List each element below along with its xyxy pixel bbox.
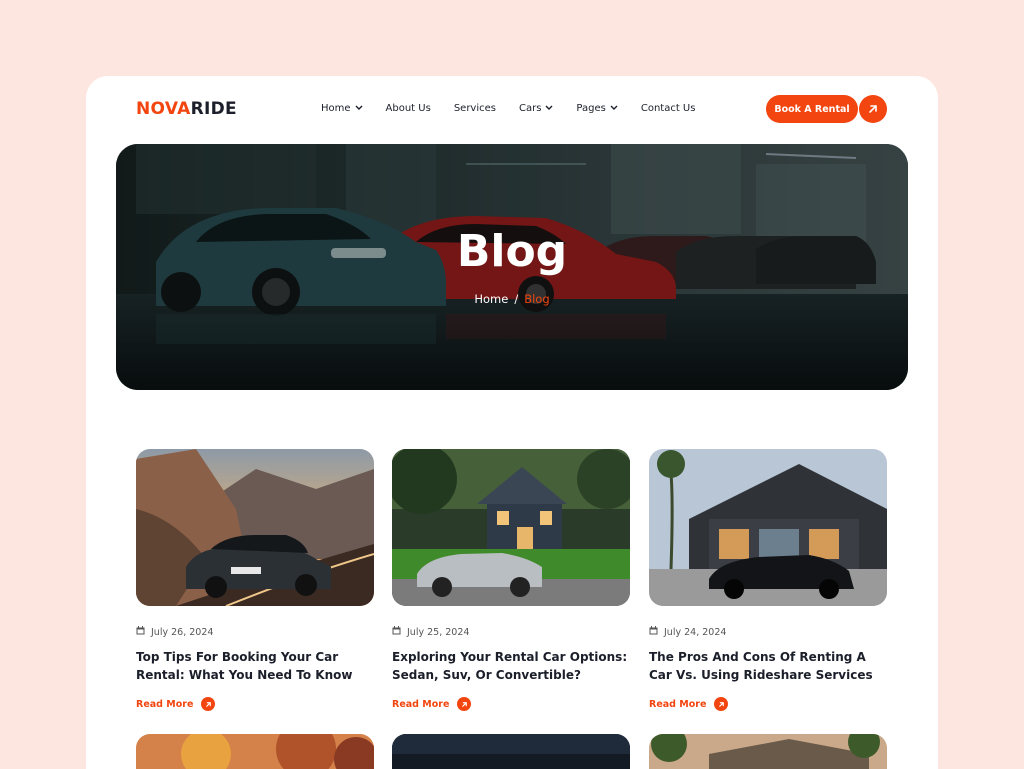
read-more-label: Read More	[392, 698, 450, 710]
post-thumbnail[interactable]	[136, 449, 374, 606]
calendar-icon	[392, 626, 401, 638]
read-more-label: Read More	[649, 698, 707, 710]
nav-label: About Us	[385, 103, 431, 114]
post-thumbnail[interactable]	[649, 734, 887, 769]
hero-banner: Blog Home / Blog	[116, 144, 908, 390]
post-date: July 25, 2024	[392, 626, 630, 638]
read-more-link[interactable]: Read More	[136, 697, 374, 711]
read-more-link[interactable]: Read More	[649, 697, 887, 711]
post-thumbnail[interactable]	[392, 734, 630, 769]
post-date: July 26, 2024	[136, 626, 374, 638]
night-scene-image	[392, 734, 630, 769]
brand-logo-part1: NOVA	[136, 99, 191, 119]
book-rental-button[interactable]: Book A Rental	[766, 95, 858, 123]
house-convertible-image	[392, 449, 630, 606]
arrow-up-right-icon	[201, 697, 216, 711]
nav-label: Contact Us	[640, 103, 696, 114]
book-rental-arrow-button[interactable]	[859, 95, 887, 123]
calendar-icon	[136, 626, 145, 638]
post-thumbnail[interactable]	[649, 449, 887, 606]
nav-item-contact[interactable]: Contact Us	[641, 103, 696, 114]
post-thumbnail[interactable]	[392, 449, 630, 606]
nav-item-home[interactable]: Home	[321, 103, 363, 114]
post-date-text: July 24, 2024	[664, 626, 727, 638]
post-date-text: July 26, 2024	[151, 626, 214, 638]
read-more-link[interactable]: Read More	[392, 697, 630, 711]
breadcrumb-home-link[interactable]: Home	[474, 292, 508, 306]
post-title[interactable]: Top Tips For Booking Your Car Rental: Wh…	[136, 648, 374, 684]
blog-post-card: July 24, 2024 The Pros And Cons Of Renti…	[649, 449, 887, 711]
breadcrumb: Home / Blog	[116, 292, 908, 306]
read-more-label: Read More	[136, 698, 194, 710]
nav-item-services[interactable]: Services	[454, 103, 496, 114]
post-date: July 24, 2024	[649, 626, 887, 638]
arrow-up-right-icon	[457, 697, 472, 711]
nav-label: Pages	[576, 103, 606, 114]
brand-logo-part2: RIDE	[190, 99, 237, 119]
nav-item-pages[interactable]: Pages	[576, 103, 618, 114]
nav-label: Cars	[518, 103, 542, 114]
page-title: Blog	[456, 226, 568, 277]
arrow-up-right-icon	[867, 100, 879, 119]
autumn-trees-image	[136, 734, 374, 769]
nav-label: Home	[321, 103, 351, 114]
chevron-down-icon	[610, 104, 618, 113]
nav-item-about[interactable]: About Us	[386, 103, 431, 114]
main-nav: Home About Us Services Cars Pages Contac…	[321, 103, 718, 114]
blog-post-card: July 26, 2024 Top Tips For Booking Your …	[136, 449, 374, 711]
mountain-road-car-image	[136, 449, 374, 606]
post-date-text: July 25, 2024	[407, 626, 470, 638]
nav-label: Services	[453, 103, 496, 114]
calendar-icon	[649, 626, 658, 638]
modern-house-sedan-image	[649, 449, 887, 606]
breadcrumb-separator: /	[514, 292, 519, 306]
arrow-up-right-icon	[714, 697, 729, 711]
chevron-down-icon	[545, 104, 553, 113]
brand-logo[interactable]: NOVARIDE	[136, 99, 237, 119]
post-thumbnail[interactable]	[136, 734, 374, 769]
palm-house-image	[649, 734, 887, 769]
page-card: NOVARIDE Home About Us Services Cars Pag…	[86, 76, 938, 769]
blog-post-card: July 25, 2024 Exploring Your Rental Car …	[392, 449, 630, 711]
nav-item-cars[interactable]: Cars	[519, 103, 553, 114]
post-title[interactable]: The Pros And Cons Of Renting A Car Vs. U…	[649, 648, 887, 684]
chevron-down-icon	[355, 104, 363, 113]
breadcrumb-current: Blog	[524, 292, 550, 306]
post-title[interactable]: Exploring Your Rental Car Options: Sedan…	[392, 648, 630, 684]
